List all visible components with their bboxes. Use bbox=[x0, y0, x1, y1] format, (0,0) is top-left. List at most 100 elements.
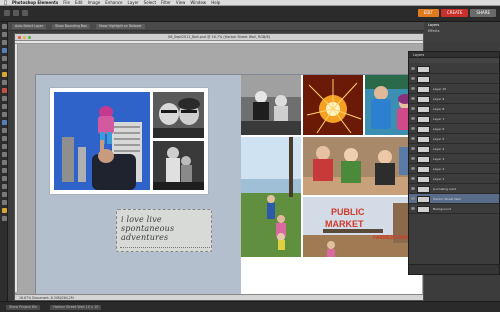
organizer-icon[interactable] bbox=[22, 10, 28, 16]
menu-app-name[interactable]: Photoshop Elements bbox=[12, 0, 58, 5]
layer-row[interactable] bbox=[409, 64, 499, 74]
open-document-tab[interactable]: Harbor Street Wall 10 x 10 bbox=[50, 304, 102, 310]
text-tool-icon[interactable] bbox=[1, 152, 7, 157]
layer-row[interactable]: Layer 6 bbox=[409, 124, 499, 134]
crop-tool-icon[interactable] bbox=[1, 160, 7, 165]
layer-row[interactable]: Layer 3 bbox=[409, 154, 499, 164]
eye-icon[interactable] bbox=[411, 127, 415, 130]
tab-share[interactable]: SHARE bbox=[470, 9, 496, 17]
eye-icon[interactable] bbox=[411, 207, 415, 210]
layer-row-selected[interactable]: Harbor Street Wall bbox=[409, 194, 499, 204]
minimize-window-icon[interactable] bbox=[23, 36, 26, 39]
eye-icon[interactable] bbox=[411, 147, 415, 150]
layer-row[interactable]: Layer 9 bbox=[409, 94, 499, 104]
eye-icon[interactable] bbox=[411, 77, 415, 80]
layer-row[interactable]: Background bbox=[409, 204, 499, 214]
menu-filter[interactable]: Filter bbox=[161, 0, 171, 5]
menu-file[interactable]: File bbox=[63, 0, 70, 5]
show-project-bin-button[interactable]: Show Project Bin bbox=[6, 304, 41, 310]
menu-enhance[interactable]: Enhance bbox=[105, 0, 122, 5]
menu-window[interactable]: Window bbox=[190, 0, 206, 5]
background-color-swatch[interactable] bbox=[1, 216, 7, 221]
layer-name: Layer 5 bbox=[433, 137, 445, 141]
paint-bucket-tool-icon[interactable] bbox=[1, 128, 7, 133]
photo-beach-kids[interactable] bbox=[241, 137, 301, 257]
eye-icon[interactable] bbox=[411, 97, 415, 100]
hand-tool-icon[interactable] bbox=[1, 40, 7, 45]
undo-icon[interactable] bbox=[4, 10, 10, 16]
eye-icon[interactable] bbox=[411, 157, 415, 160]
layer-thumbnail bbox=[417, 155, 430, 163]
menu-image[interactable]: Image bbox=[88, 0, 101, 5]
layer-row[interactable]: Layer 5 bbox=[409, 134, 499, 144]
shape-tool-icon[interactable] bbox=[1, 144, 7, 149]
eye-icon[interactable] bbox=[411, 187, 415, 190]
scrapbook-spread-canvas[interactable]: i love live spontaneous adventures PUBLI… bbox=[35, 74, 422, 297]
redo-icon[interactable] bbox=[13, 10, 19, 16]
tab-edit[interactable]: EDIT bbox=[417, 9, 439, 17]
eye-icon[interactable] bbox=[411, 107, 415, 110]
layer-row[interactable]: Layer 7 bbox=[409, 114, 499, 124]
cookie-cutter-tool-icon[interactable] bbox=[1, 168, 7, 173]
quick-selection-tool-icon[interactable] bbox=[1, 80, 7, 85]
eye-icon[interactable] bbox=[411, 137, 415, 140]
layer-row[interactable]: Journaling Card bbox=[409, 184, 499, 194]
smudge-tool-icon[interactable] bbox=[1, 192, 7, 197]
menu-select[interactable]: Select bbox=[144, 0, 156, 5]
layer-row[interactable]: Layer 10 bbox=[409, 84, 499, 94]
pencil-tool-icon[interactable] bbox=[1, 200, 7, 205]
eye-icon[interactable] bbox=[411, 117, 415, 120]
zoom-window-icon[interactable] bbox=[28, 36, 31, 39]
sponge-tool-icon[interactable] bbox=[1, 184, 7, 189]
eye-icon[interactable] bbox=[411, 197, 415, 200]
apple-icon[interactable]:  bbox=[4, 0, 7, 6]
straighten-tool-icon[interactable] bbox=[1, 176, 7, 181]
document-title: 08_Sept2011_Bolt.psd @ 16.7% (Harbor Str… bbox=[168, 35, 270, 39]
menu-layer[interactable]: Layer bbox=[128, 0, 139, 5]
eye-icon[interactable] bbox=[411, 67, 415, 70]
eyedropper-tool-icon[interactable] bbox=[1, 48, 7, 53]
layer-row[interactable]: Layer 2 bbox=[409, 164, 499, 174]
show-bounding-box-option[interactable]: Show Bounding Box bbox=[52, 23, 90, 29]
gradient-tool-icon[interactable] bbox=[1, 136, 7, 141]
clone-stamp-tool-icon[interactable] bbox=[1, 104, 7, 109]
document-window: 08_Sept2011_Bolt.psd @ 16.7% (Harbor Str… bbox=[14, 33, 424, 301]
menu-edit[interactable]: Edit bbox=[75, 0, 83, 5]
magic-wand-tool-icon[interactable] bbox=[1, 72, 7, 77]
move-tool-icon[interactable] bbox=[1, 24, 7, 29]
layer-thumbnail bbox=[417, 105, 430, 113]
layer-row[interactable]: Layer 8 bbox=[409, 104, 499, 114]
show-highlight-option[interactable]: Show Highlight on Rollover bbox=[95, 23, 145, 29]
photo-bw-family[interactable] bbox=[153, 141, 204, 190]
photo-bw-couple[interactable] bbox=[153, 92, 204, 138]
brush-tool-icon[interactable] bbox=[1, 120, 7, 125]
panel-row-effects[interactable]: Effects bbox=[424, 28, 500, 34]
layer-name: Background bbox=[433, 207, 451, 211]
lasso-tool-icon[interactable] bbox=[1, 64, 7, 69]
layers-panel: Layers Layer 10 Layer 9 Layer 8 Layer 7 … bbox=[408, 51, 500, 275]
photo-city-skyline[interactable] bbox=[54, 92, 150, 190]
red-eye-tool-icon[interactable] bbox=[1, 88, 7, 93]
zoom-tool-icon[interactable] bbox=[1, 32, 7, 37]
journaling-card[interactable]: i love live spontaneous adventures bbox=[116, 209, 212, 252]
menu-help[interactable]: Help bbox=[211, 0, 220, 5]
layer-row[interactable]: Layer 4 bbox=[409, 144, 499, 154]
eraser-tool-icon[interactable] bbox=[1, 112, 7, 117]
eye-icon[interactable] bbox=[411, 177, 415, 180]
close-window-icon[interactable] bbox=[18, 36, 21, 39]
photo-fireworks[interactable] bbox=[303, 75, 363, 135]
layer-row[interactable] bbox=[409, 74, 499, 84]
menu-view[interactable]: View bbox=[176, 0, 186, 5]
tab-create[interactable]: CREATE bbox=[440, 9, 469, 17]
photo-bw-kids[interactable] bbox=[241, 75, 301, 135]
auto-select-layer-option[interactable]: Auto Select Layer bbox=[12, 23, 47, 29]
foreground-color-swatch[interactable] bbox=[1, 208, 7, 213]
photo-public-market[interactable]: PUBLIC MARKET FARMERS MARKET bbox=[303, 197, 422, 257]
layer-row[interactable]: Layer 1 bbox=[409, 174, 499, 184]
marquee-tool-icon[interactable] bbox=[1, 56, 7, 61]
eye-icon[interactable] bbox=[411, 167, 415, 170]
eye-icon[interactable] bbox=[411, 87, 415, 90]
photo-kids-indoor[interactable] bbox=[303, 137, 422, 195]
healing-brush-tool-icon[interactable] bbox=[1, 96, 7, 101]
layer-name: Harbor Street Wall bbox=[433, 197, 461, 201]
